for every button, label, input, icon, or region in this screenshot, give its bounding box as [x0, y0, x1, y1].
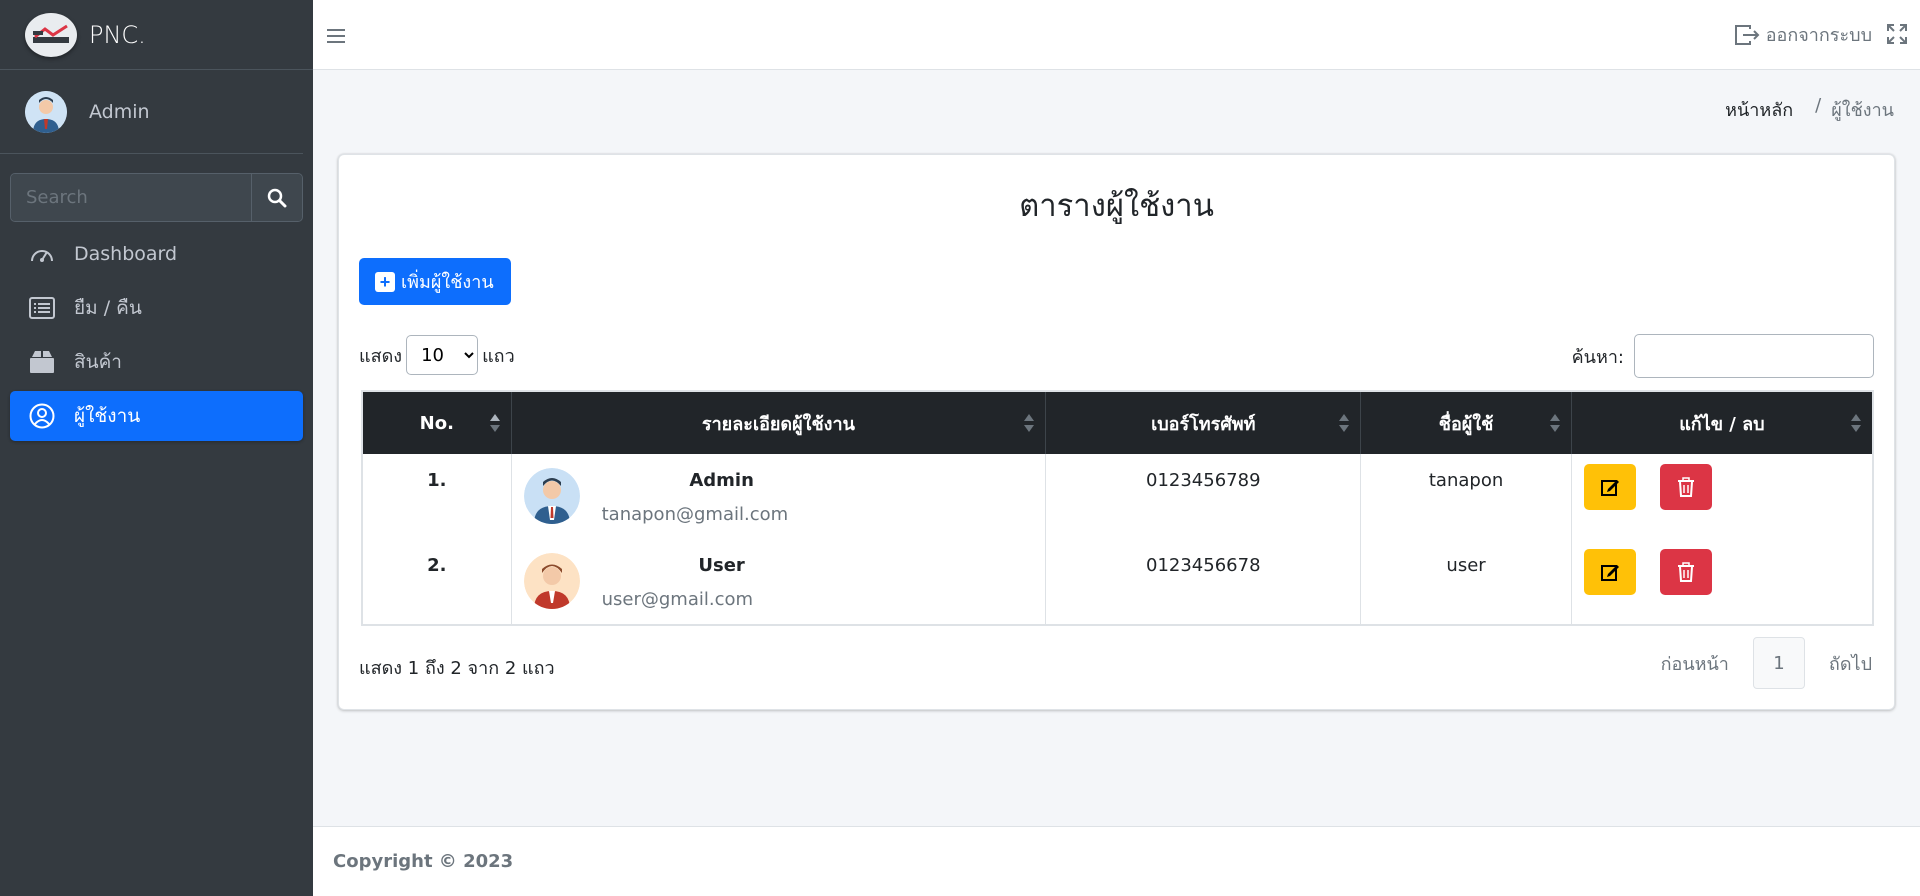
brand-name: PNC.: [89, 20, 146, 49]
cell-username: tanapon: [1361, 454, 1572, 539]
cell-username: user: [1361, 539, 1572, 624]
search-label: ค้นหา:: [1571, 346, 1624, 368]
breadcrumb: หน้าหลัก / ผู้ใช้งาน: [1725, 95, 1894, 124]
pagination: ก่อนหน้า 1 ถัดไป: [1661, 637, 1872, 689]
logout-link[interactable]: ออกจากระบบ: [1734, 20, 1872, 49]
user-circle-icon: [28, 402, 56, 430]
column-header-label: No.: [419, 412, 454, 434]
cell-phone: 0123456678: [1046, 539, 1362, 624]
column-header-actions[interactable]: แก้ไข / ลบ: [1572, 392, 1872, 454]
breadcrumb-current: ผู้ใช้งาน: [1831, 100, 1894, 121]
column-header-label: ชื่อผู้ใช้: [1438, 413, 1494, 435]
user-panel[interactable]: Admin: [0, 70, 303, 154]
user-email: user@gmail.com: [601, 589, 754, 610]
sidebar-nav: Dashboard ยืม / คืน สินค้า ผู้ใช้งาน: [10, 229, 303, 445]
edit-icon: [1600, 565, 1619, 581]
cell-no: 2.: [363, 539, 512, 624]
trash-icon: [1677, 562, 1694, 582]
brand-logo-icon: [25, 12, 77, 57]
length-suffix: แถว: [482, 345, 515, 367]
column-header-username[interactable]: ชื่อผู้ใช้: [1361, 392, 1572, 454]
cell-phone: 0123456789: [1046, 454, 1362, 539]
sidebar-item-label: Dashboard: [74, 243, 178, 265]
dashboard-icon: [28, 240, 56, 268]
cell-no: 1.: [363, 454, 512, 539]
logout-label: ออกจากระบบ: [1765, 25, 1872, 46]
user-avatar-icon: [523, 553, 580, 609]
cell-user-details: Admin tanapon@gmail.com: [512, 454, 1047, 539]
sidebar-item-label: สินค้า: [74, 351, 122, 373]
users-card: ตารางผู้ใช้งาน + เพิ่มผู้ใช้งาน แสดง 10 …: [338, 154, 1895, 710]
add-user-button[interactable]: + เพิ่มผู้ใช้งาน: [359, 258, 511, 305]
user-avatar-icon: [523, 468, 580, 524]
sort-icon: [1339, 414, 1350, 432]
sidebar-item-dashboard[interactable]: Dashboard: [10, 229, 303, 279]
expand-icon: [1887, 24, 1907, 44]
page-title: ตารางผู้ใช้งาน: [1019, 188, 1214, 224]
pagination-next-button[interactable]: ถัดไป: [1829, 649, 1872, 678]
hamburger-icon: [327, 29, 345, 43]
sort-icon: [1024, 414, 1035, 432]
edit-button[interactable]: [1583, 549, 1636, 595]
cell-actions: [1572, 454, 1872, 539]
sidebar-item-users[interactable]: ผู้ใช้งาน: [10, 391, 303, 441]
user-name: Admin: [89, 100, 150, 123]
edit-icon: [1600, 480, 1619, 496]
sidebar-item-products[interactable]: สินค้า: [10, 337, 303, 387]
avatar: [25, 90, 67, 133]
sidebar-search: [10, 173, 303, 222]
plus-icon: +: [375, 271, 395, 292]
page-length-control: แสดง 10 แถว: [359, 335, 515, 375]
copyright-text: Copyright © 2023: [333, 851, 514, 872]
cell-user-details: User user@gmail.com: [512, 539, 1047, 624]
column-header-label: รายละเอียดผู้ใช้งาน: [701, 413, 855, 435]
table-search-input[interactable]: [1634, 334, 1874, 378]
column-header-no[interactable]: No.: [363, 392, 512, 454]
length-prefix: แสดง: [359, 345, 403, 367]
sidebar-search-button[interactable]: [251, 174, 302, 221]
top-navbar: ออกจากระบบ: [313, 0, 1920, 70]
user-display-name: User: [698, 555, 745, 576]
user-display-name: Admin: [689, 470, 754, 491]
edit-button[interactable]: [1583, 464, 1636, 510]
list-icon: [28, 294, 56, 322]
table-row: 2. User user@gmail.com 0123456678 user: [363, 539, 1872, 624]
sidebar-item-label: ยืม / คืน: [74, 297, 142, 319]
column-header-user-details[interactable]: รายละเอียดผู้ใช้งาน: [512, 392, 1047, 454]
brand-link[interactable]: PNC.: [0, 0, 313, 70]
sort-icon: [1851, 414, 1861, 432]
sidebar-search-input[interactable]: [11, 174, 251, 221]
table-header: No. รายละเอียดผู้ใช้งาน เบอร์โทรศัพท์ ชื…: [363, 392, 1872, 454]
trash-icon: [1677, 477, 1694, 497]
sidebar-item-label: ผู้ใช้งาน: [74, 405, 141, 427]
table-info: แสดง 1 ถึง 2 จาก 2 แถว: [359, 658, 555, 679]
breadcrumb-separator: /: [1815, 95, 1822, 116]
delete-button[interactable]: [1659, 464, 1712, 510]
column-header-phone[interactable]: เบอร์โทรศัพท์: [1046, 392, 1362, 454]
box-icon: [28, 348, 56, 376]
logout-icon: [1734, 24, 1760, 45]
sort-icon: [1549, 414, 1560, 432]
pagination-prev-button[interactable]: ก่อนหน้า: [1661, 649, 1729, 678]
delete-button[interactable]: [1659, 549, 1712, 595]
breadcrumb-home-link[interactable]: หน้าหลัก: [1725, 95, 1793, 124]
users-table: No. รายละเอียดผู้ใช้งาน เบอร์โทรศัพท์ ชื…: [361, 390, 1874, 626]
search-icon: [267, 188, 287, 207]
page-length-select[interactable]: 10: [406, 335, 479, 375]
table-row: 1. Admin tanapon@gmail.com 0123456789 ta: [363, 454, 1872, 539]
sort-asc-icon: [489, 414, 500, 432]
sidebar: PNC. Admin Dashboard: [0, 0, 313, 896]
menu-toggle-button[interactable]: [325, 26, 347, 46]
column-header-label: เบอร์โทรศัพท์: [1151, 413, 1256, 435]
footer: Copyright © 2023: [313, 826, 1920, 896]
table-filter: ค้นหา:: [1572, 334, 1874, 378]
add-user-label: เพิ่มผู้ใช้งาน: [401, 272, 494, 292]
cell-actions: [1572, 539, 1872, 624]
column-header-label: แก้ไข / ลบ: [1679, 413, 1765, 435]
pagination-page-button[interactable]: 1: [1752, 637, 1805, 689]
sidebar-item-borrow-return[interactable]: ยืม / คืน: [10, 283, 303, 333]
user-email: tanapon@gmail.com: [601, 504, 789, 525]
fullscreen-button[interactable]: [1886, 23, 1910, 47]
